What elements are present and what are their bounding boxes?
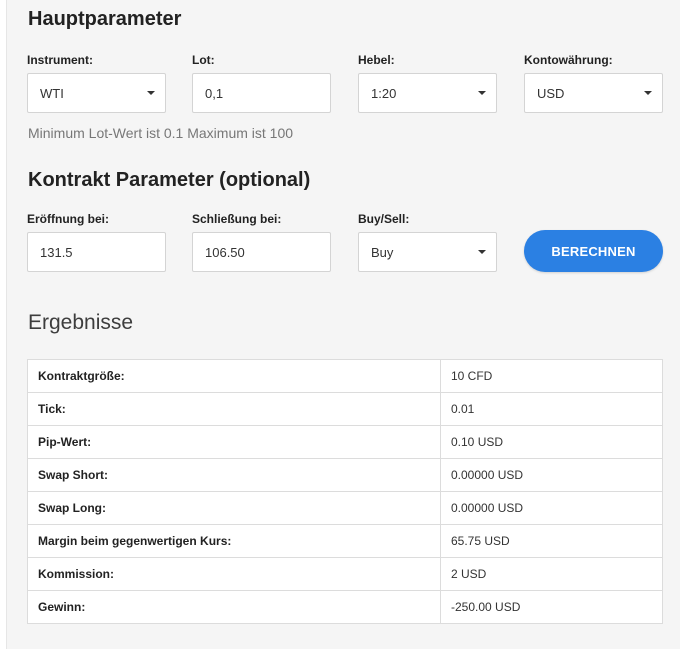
result-label: Gewinn:	[27, 590, 441, 624]
result-value: 10 CFD	[440, 359, 663, 393]
open-price-label: Eröffnung bei:	[27, 212, 109, 226]
table-row: Tick: 0.01	[27, 392, 663, 426]
calculate-button[interactable]: BERECHNEN	[524, 230, 663, 272]
currency-label: Kontowährung:	[524, 53, 613, 67]
caret-down-icon	[478, 91, 486, 95]
leverage-field: Hebel: 1:20	[358, 53, 497, 113]
table-row: Pip-Wert: 0.10 USD	[27, 425, 663, 459]
close-price-input[interactable]: 106.50	[192, 232, 331, 272]
table-row: Kontraktgröße: 10 CFD	[27, 359, 663, 393]
currency-select[interactable]: USD	[524, 73, 663, 113]
result-value: 2 USD	[440, 557, 663, 591]
table-row: Margin beim gegenwertigen Kurs: 65.75 US…	[27, 524, 663, 558]
result-value: 0.00000 USD	[440, 458, 663, 492]
result-label: Tick:	[27, 392, 441, 426]
table-row: Kommission: 2 USD	[27, 557, 663, 591]
result-label: Margin beim gegenwertigen Kurs:	[27, 524, 441, 558]
calculator-panel: Hauptparameter Instrument: WTI Lot: 0,1 …	[6, 0, 680, 649]
table-row: Swap Short: 0.00000 USD	[27, 458, 663, 492]
currency-field: Kontowährung: USD	[524, 53, 663, 113]
result-value: 0.00000 USD	[440, 491, 663, 525]
caret-down-icon	[147, 91, 155, 95]
result-label: Pip-Wert:	[27, 425, 441, 459]
instrument-label: Instrument:	[27, 53, 93, 67]
open-price-field: Eröffnung bei: 131.5	[27, 212, 166, 272]
lot-hint-text: Minimum Lot-Wert ist 0.1 Maximum ist 100	[28, 125, 294, 141]
table-row: Gewinn: -250.00 USD	[27, 590, 663, 624]
instrument-select[interactable]: WTI	[27, 73, 166, 113]
result-value: 65.75 USD	[440, 524, 663, 558]
close-price-label: Schließung bei:	[192, 212, 282, 226]
result-value: 0.10 USD	[440, 425, 663, 459]
result-label: Kontraktgröße:	[27, 359, 441, 393]
lot-field: Lot: 0,1	[192, 53, 331, 113]
result-label: Swap Long:	[27, 491, 441, 525]
result-value: -250.00 USD	[440, 590, 663, 624]
buy-sell-field: Buy/Sell: Buy	[358, 212, 497, 272]
result-label: Kommission:	[27, 557, 441, 591]
open-price-value: 131.5	[40, 244, 73, 260]
buy-sell-value: Buy	[371, 244, 394, 260]
lot-input[interactable]: 0,1	[192, 73, 331, 113]
results-table: Kontraktgröße: 10 CFD Tick: 0.01 Pip-Wer…	[27, 359, 663, 624]
results-heading: Ergebnisse	[28, 311, 134, 334]
caret-down-icon	[478, 250, 486, 254]
buy-sell-select[interactable]: Buy	[358, 232, 497, 272]
result-value: 0.01	[440, 392, 663, 426]
open-price-input[interactable]: 131.5	[27, 232, 166, 272]
close-price-value: 106.50	[205, 244, 245, 260]
lot-label: Lot:	[192, 53, 215, 67]
leverage-select[interactable]: 1:20	[358, 73, 497, 113]
contract-parameters-heading: Kontrakt Parameter (optional)	[28, 169, 311, 191]
main-parameters-heading: Hauptparameter	[28, 8, 182, 30]
buy-sell-label: Buy/Sell:	[358, 212, 410, 226]
result-label: Swap Short:	[27, 458, 441, 492]
caret-down-icon	[644, 91, 652, 95]
leverage-label: Hebel:	[358, 53, 395, 67]
leverage-value: 1:20	[371, 85, 397, 101]
table-row: Swap Long: 0.00000 USD	[27, 491, 663, 525]
instrument-value: WTI	[40, 85, 64, 101]
lot-value: 0,1	[205, 85, 224, 101]
close-price-field: Schließung bei: 106.50	[192, 212, 331, 272]
instrument-field: Instrument: WTI	[27, 53, 166, 113]
currency-value: USD	[537, 85, 565, 101]
